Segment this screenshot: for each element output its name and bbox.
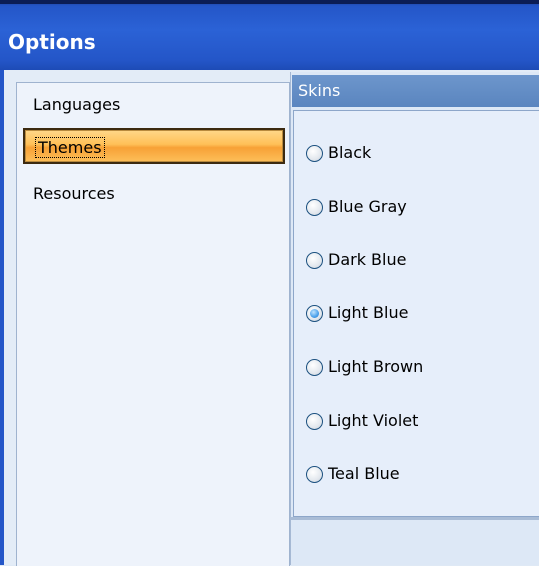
radio-label: Blue Gray <box>328 197 407 216</box>
skin-option-teal-blue[interactable]: Teal Blue <box>306 459 400 489</box>
radio-button[interactable] <box>306 144 323 162</box>
nav-item-label: Languages <box>33 95 121 114</box>
skin-option-blue-gray[interactable]: Blue Gray <box>306 192 407 222</box>
skin-option-light-blue[interactable]: Light Blue <box>306 298 408 328</box>
skins-panel-divider <box>290 517 539 520</box>
nav-item-resources[interactable]: Resources <box>23 176 285 212</box>
title-bar-top-border <box>0 0 539 4</box>
skin-option-dark-blue[interactable]: Dark Blue <box>306 245 406 275</box>
radio-button[interactable] <box>306 198 323 216</box>
radio-label: Light Violet <box>328 411 419 430</box>
skins-group-header: Skins <box>292 75 539 107</box>
nav-item-languages[interactable]: Languages <box>23 87 285 123</box>
radio-button[interactable] <box>306 412 323 430</box>
radio-label: Dark Blue <box>328 250 407 269</box>
skin-option-light-violet[interactable]: Light Violet <box>306 406 418 436</box>
title-bar[interactable]: Options <box>0 0 539 70</box>
radio-label: Light Blue <box>328 303 409 322</box>
nav-item-themes[interactable]: Themes <box>23 128 285 164</box>
nav-item-label: Resources <box>33 184 115 203</box>
radio-button[interactable] <box>306 465 323 483</box>
radio-label: Light Brown <box>328 357 424 376</box>
radio-label: Black <box>328 143 372 162</box>
nav-item-label: Themes <box>35 137 105 158</box>
skin-option-light-brown[interactable]: Light Brown <box>306 352 423 382</box>
window-title: Options <box>8 30 96 54</box>
options-nav-panel: Languages Themes Resources <box>16 82 290 566</box>
radio-button-selected[interactable] <box>306 304 323 322</box>
radio-button[interactable] <box>306 251 323 269</box>
skin-option-black[interactable]: Black <box>306 138 371 168</box>
radio-button[interactable] <box>306 358 323 376</box>
radio-label: Teal Blue <box>328 464 400 483</box>
